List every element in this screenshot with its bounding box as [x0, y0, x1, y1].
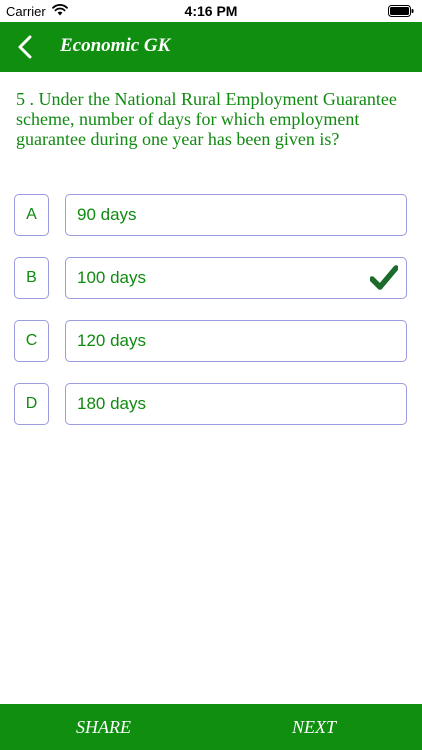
- option-letter-d[interactable]: D: [14, 383, 49, 425]
- option-answer-d[interactable]: 180 days: [65, 383, 407, 425]
- option-letter-a[interactable]: A: [14, 194, 49, 236]
- option-letter-b[interactable]: B: [14, 257, 49, 299]
- option-answer-b[interactable]: 100 days: [65, 257, 407, 299]
- bottom-bar: SHARE NEXT: [0, 704, 422, 750]
- option-answer-c[interactable]: 120 days: [65, 320, 407, 362]
- option-row-c: C 120 days: [0, 320, 422, 364]
- share-button[interactable]: SHARE: [76, 717, 131, 738]
- chevron-left-icon[interactable]: [16, 35, 36, 59]
- option-text: 100 days: [77, 268, 146, 287]
- status-bar: Carrier 4:16 PM: [0, 0, 422, 22]
- option-text: 120 days: [77, 331, 146, 350]
- option-text: 90 days: [77, 205, 137, 224]
- option-letter-c[interactable]: C: [14, 320, 49, 362]
- option-text: 180 days: [77, 394, 146, 413]
- next-button[interactable]: NEXT: [292, 717, 336, 738]
- option-row-b: B 100 days: [0, 257, 422, 301]
- option-row-a: A 90 days: [0, 194, 422, 238]
- option-answer-a[interactable]: 90 days: [65, 194, 407, 236]
- question-text: 5 . Under the National Rural Employment …: [16, 89, 397, 149]
- option-row-d: D 180 days: [0, 383, 422, 427]
- battery-icon: [388, 5, 414, 20]
- page-title: Economic GK: [60, 35, 171, 56]
- nav-bar: Economic GK: [0, 22, 422, 72]
- checkmark-icon: [369, 265, 399, 306]
- clock-time: 4:16 PM: [184, 3, 238, 19]
